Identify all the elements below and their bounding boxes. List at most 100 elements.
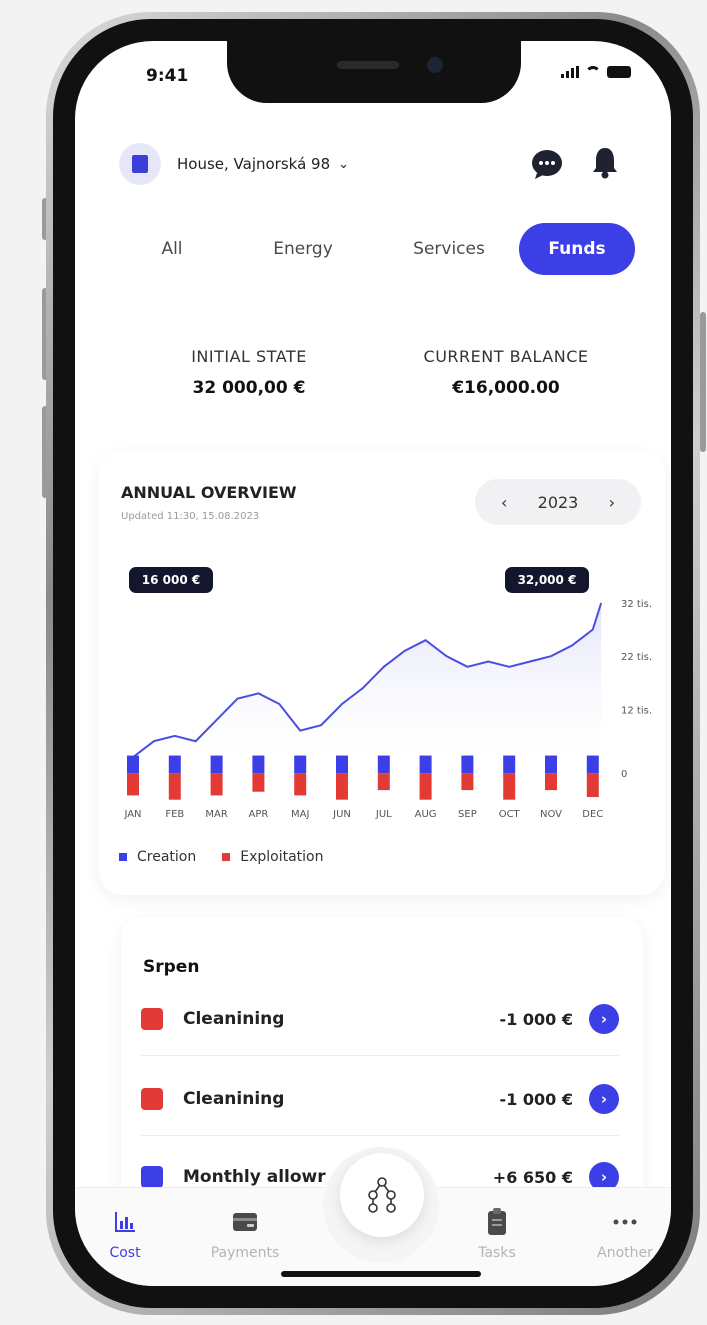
- chevron-right-icon[interactable]: ›: [609, 493, 615, 512]
- clipboard-icon: [488, 1208, 506, 1235]
- y-tick-label: 12 tis.: [621, 705, 652, 716]
- center-action-button[interactable]: [340, 1153, 424, 1237]
- property-selector[interactable]: House, Vajnorská 98: [177, 155, 330, 173]
- bar-creation-sep: [461, 755, 474, 774]
- bar-exploitation-nov: [545, 773, 557, 791]
- bar-creation-mar: [210, 755, 223, 774]
- phone-frame: 9:41 House, Vajnorská 98 ⌄ All Energy Se…: [46, 12, 700, 1315]
- phone-power-button: [700, 312, 706, 452]
- value-badge-label: 16 000 €: [142, 573, 200, 587]
- transaction-amount: -1 000 €: [499, 1089, 573, 1109]
- divider: [141, 1135, 619, 1136]
- x-tick-aug: AUG: [415, 809, 437, 820]
- legend-label-creation: Creation: [137, 849, 197, 865]
- x-tick-feb: FEB: [165, 809, 184, 820]
- x-tick-mar: MAR: [205, 809, 227, 820]
- bar-exploitation-dec: [586, 773, 599, 798]
- status-time: 9:41: [146, 66, 189, 86]
- overview-updated: Updated 11:30, 15.08.2023: [121, 511, 260, 522]
- tab-funds[interactable]: Funds: [519, 223, 635, 275]
- bar-exploitation-aug: [419, 773, 432, 800]
- x-tick-jan: JAN: [123, 809, 141, 820]
- year-value: 2023: [537, 492, 579, 512]
- year-selector: ‹ 2023 ›: [475, 479, 641, 525]
- value-badge-label: 32,000 €: [518, 573, 577, 587]
- bar-creation-maj: [294, 755, 307, 774]
- transaction-row[interactable]: Cleanining -1 000 € ›: [141, 1079, 619, 1119]
- wallet-icon: [233, 1213, 257, 1231]
- nav-tasks[interactable]: Tasks: [447, 1207, 547, 1261]
- initial-state: INITIAL STATE 32 000,00 €: [167, 347, 331, 398]
- bar-exploitation-maj: [294, 773, 307, 796]
- more-icon: [613, 1219, 637, 1225]
- x-tick-jun: JUN: [332, 809, 351, 820]
- property-avatar: [119, 143, 161, 185]
- home-indicator: [281, 1271, 481, 1277]
- current-balance: CURRENT BALANCE €16,000.00: [401, 347, 611, 398]
- nav-another[interactable]: Another: [575, 1207, 671, 1261]
- bar-exploitation-sep: [461, 773, 474, 791]
- legend-swatch-creation: [119, 853, 127, 861]
- chevron-left-icon[interactable]: ‹: [501, 493, 507, 512]
- hierarchy-icon: [368, 1177, 396, 1213]
- nav-cost-label: Cost: [109, 1245, 141, 1261]
- phone-bezel: 9:41 House, Vajnorská 98 ⌄ All Energy Se…: [53, 19, 693, 1308]
- annual-chart: JAN FEB MAR APR MAJ JUN JUL AUG SEP OCT NOV DEC 32 t…: [123, 567, 652, 820]
- bar-creation-feb: [168, 755, 181, 774]
- transaction-row[interactable]: Cleanining -1 000 € ›: [141, 999, 619, 1039]
- x-tick-nov: NOV: [540, 809, 562, 820]
- transaction-amount: +6 650 €: [492, 1167, 573, 1187]
- legend-swatch-exploitation: [222, 853, 231, 861]
- transaction-name: Cleanining: [183, 1089, 285, 1109]
- overview-title: ANNUAL OVERVIEW: [121, 483, 297, 502]
- transactions-month: Srpen: [143, 957, 200, 977]
- divider: [141, 1055, 619, 1056]
- bar-exploitation-jan: [127, 773, 139, 796]
- bar-creation-jul: [377, 755, 390, 774]
- chart-legend: Creation Exploitation: [119, 849, 349, 865]
- transaction-type-square: [141, 1166, 163, 1188]
- transaction-type-square: [141, 1088, 163, 1110]
- x-tick-dec: DEC: [582, 809, 603, 820]
- chat-icon[interactable]: [531, 149, 563, 179]
- category-tabs: All Energy Services Funds: [119, 223, 635, 275]
- line-area-fill: [133, 603, 602, 774]
- balance-summary: INITIAL STATE 32 000,00 € CURRENT BALANC…: [167, 347, 607, 407]
- x-tick-maj: MAJ: [291, 809, 309, 820]
- speaker: [337, 61, 399, 69]
- nav-payments[interactable]: Payments: [195, 1207, 295, 1261]
- property-header: House, Vajnorská 98 ⌄: [119, 141, 619, 187]
- legend-item-exploitation: Exploitation: [222, 849, 323, 865]
- x-tick-oct: OCT: [499, 809, 521, 820]
- chevron-right-icon[interactable]: ›: [589, 1004, 619, 1034]
- tab-all[interactable]: All: [127, 223, 217, 275]
- x-tick-jul: JUL: [375, 809, 392, 820]
- chevron-right-icon[interactable]: ›: [589, 1084, 619, 1114]
- front-camera: [427, 57, 443, 73]
- app-screen: 9:41 House, Vajnorská 98 ⌄ All Energy Se…: [75, 41, 671, 1286]
- status-icons: [561, 66, 631, 78]
- tab-energy[interactable]: Energy: [243, 223, 363, 275]
- current-balance-label: CURRENT BALANCE: [423, 347, 589, 366]
- transaction-amount: -1 000 €: [499, 1009, 573, 1029]
- chevron-down-icon[interactable]: ⌄: [338, 157, 349, 172]
- y-tick-label: 0: [621, 769, 627, 780]
- bar-creation-apr: [252, 755, 265, 774]
- bar-creation-oct: [503, 755, 516, 774]
- annual-overview-card: ANNUAL OVERVIEW Updated 11:30, 15.08.202…: [99, 451, 665, 895]
- y-tick-label: 32 tis.: [621, 599, 652, 610]
- bar-creation-aug: [419, 755, 432, 774]
- x-tick-apr: APR: [248, 809, 268, 820]
- bar-exploitation-apr: [252, 773, 265, 792]
- bar-exploitation-jul: [377, 773, 390, 791]
- bar-exploitation-mar: [210, 773, 223, 796]
- initial-state-label: INITIAL STATE: [191, 347, 307, 366]
- transaction-type-square: [141, 1008, 163, 1030]
- chart-icon: [115, 1212, 135, 1232]
- current-balance-value: €16,000.00: [452, 378, 560, 398]
- tab-services[interactable]: Services: [381, 223, 517, 275]
- nav-cost[interactable]: Cost: [75, 1207, 175, 1261]
- signal-icon: [561, 66, 579, 78]
- bell-icon[interactable]: [591, 145, 619, 179]
- legend-label-exploitation: Exploitation: [240, 849, 324, 865]
